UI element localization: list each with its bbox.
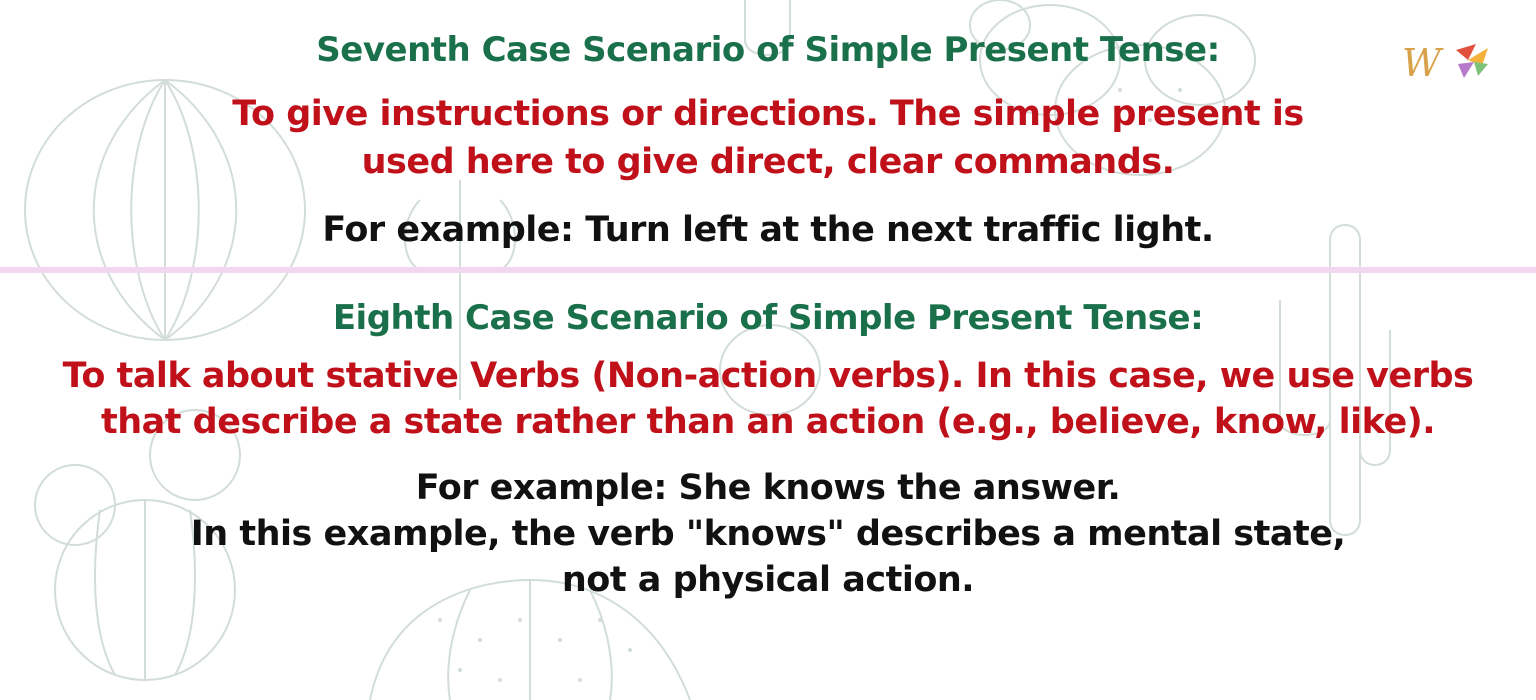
section7-description-line-2: used here to give direct, clear commands…: [361, 142, 1175, 182]
section8-heading: Eighth Case Scenario of Simple Present T…: [332, 298, 1204, 338]
brand-logo-icon: W: [1402, 41, 1488, 84]
section7-heading: Seventh Case Scenario of Simple Present …: [316, 30, 1220, 70]
section8-description-line-2: that describe a state rather than an act…: [100, 402, 1436, 442]
section7-description-line-1: To give instructions or directions. The …: [232, 94, 1304, 134]
logo-letter: W: [1402, 41, 1444, 84]
section8-example-line-2: In this example, the verb "knows" descri…: [190, 514, 1346, 554]
section-divider: [0, 267, 1536, 273]
section8-example-line-1: For example: She knows the answer.: [415, 468, 1121, 508]
section7-example: For example: Turn left at the next traff…: [322, 210, 1214, 250]
section8-example-line-3: not a physical action.: [561, 560, 975, 600]
section8-description-line-1: To talk about stative Verbs (Non-action …: [62, 356, 1474, 396]
